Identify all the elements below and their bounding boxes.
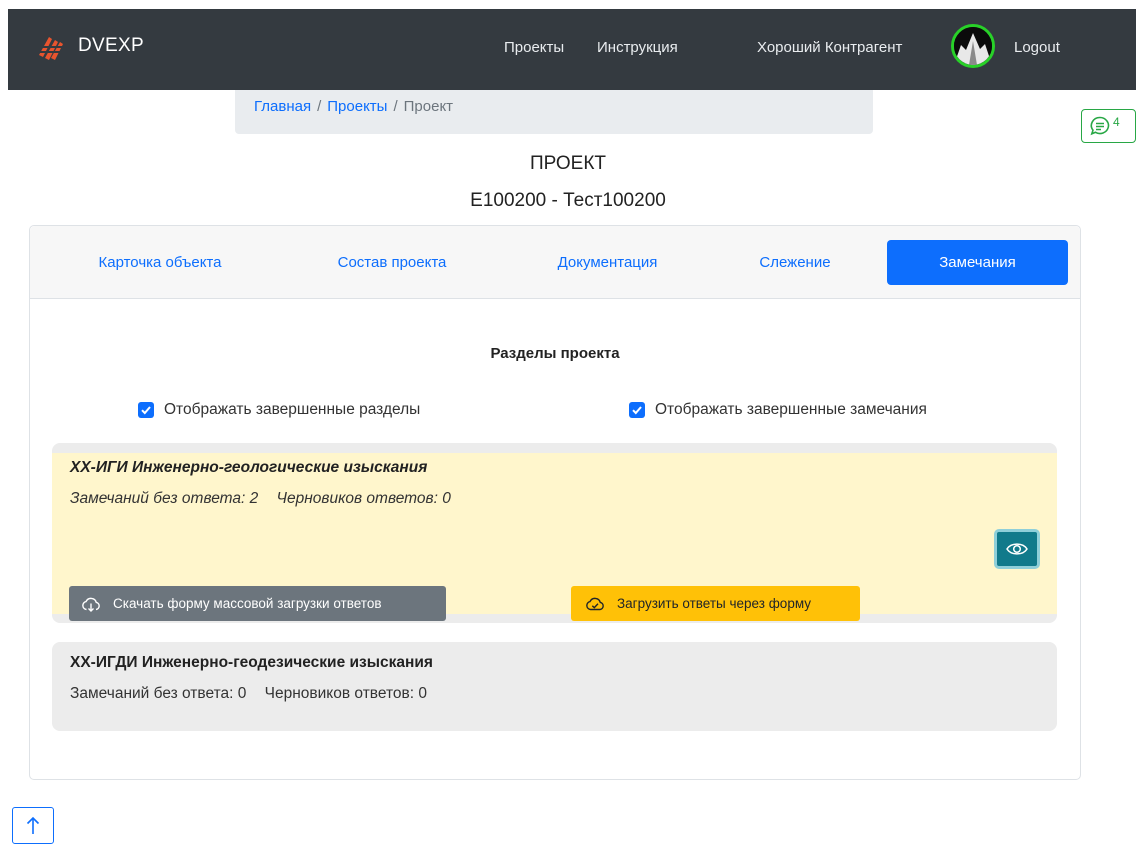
- nav-link-instructions[interactable]: Инструкция: [597, 39, 678, 56]
- tab-documentation[interactable]: Документация: [530, 240, 685, 285]
- chat-count-badge: 4: [1113, 115, 1120, 129]
- tab-project-composition[interactable]: Состав проекта: [307, 240, 477, 285]
- brand-logo-icon: [37, 37, 63, 60]
- tab-tracking[interactable]: Слежение: [735, 240, 855, 285]
- project-code-title: E100200 - Тест100200: [470, 190, 666, 211]
- show-completed-sections-checkbox[interactable]: Отображать завершенные разделы: [138, 401, 420, 419]
- section-stats: Замечаний без ответа: 0 Черновиков ответ…: [70, 685, 427, 703]
- avatar[interactable]: [951, 24, 995, 68]
- upload-answers-label: Загрузить ответы через форму: [617, 596, 812, 611]
- tab-remarks[interactable]: Замечания: [887, 240, 1068, 285]
- brand-name: DVEXP: [78, 35, 144, 56]
- top-navbar: DVEXP Проекты Инструкция Хороший Контраг…: [8, 9, 1136, 90]
- section-item: ХХ-ИГИ Инженерно-геологические изыскания…: [52, 443, 1057, 623]
- drafts-count: Черновиков ответов: 0: [264, 685, 427, 702]
- chat-icon: [1090, 116, 1110, 136]
- breadcrumb-projects[interactable]: Проекты: [327, 98, 387, 115]
- drafts-count: Черновиков ответов: 0: [276, 490, 451, 507]
- breadcrumb: Главная / Проекты / Проект: [235, 90, 873, 134]
- breadcrumb-home[interactable]: Главная: [254, 98, 311, 115]
- nav-link-projects[interactable]: Проекты: [504, 39, 564, 56]
- unanswered-count: Замечаний без ответа: 0: [70, 685, 247, 702]
- tabs-bar: Карточка объекта Состав проекта Документ…: [30, 226, 1080, 299]
- unanswered-count: Замечаний без ответа: 2: [70, 490, 259, 507]
- download-bulk-form-label: Скачать форму массовой загрузки ответов: [113, 596, 382, 611]
- view-section-button[interactable]: [994, 529, 1040, 569]
- eye-icon: [1006, 543, 1028, 555]
- upload-answers-button[interactable]: Загрузить ответы через форму: [571, 586, 860, 621]
- brand[interactable]: DVEXP: [36, 31, 144, 61]
- section-title: ХХ-ИГИ Инженерно-геологические изыскания: [70, 459, 428, 476]
- avatar-image-icon: [954, 27, 992, 65]
- section-title: ХХ-ИГДИ Инженерно-геодезические изыскани…: [70, 654, 433, 671]
- cloud-check-icon: [586, 597, 604, 610]
- scroll-to-top-button[interactable]: [12, 807, 54, 844]
- sections-heading: Разделы проекта: [490, 345, 620, 362]
- breadcrumb-current: Проект: [403, 98, 454, 115]
- download-bulk-form-button[interactable]: Скачать форму массовой загрузки ответов: [69, 586, 446, 621]
- checkbox-checked-icon[interactable]: [629, 402, 645, 418]
- page-title: ПРОЕКТ: [529, 153, 607, 174]
- checkbox-checked-icon[interactable]: [138, 402, 154, 418]
- section-item-body: ХХ-ИГИ Инженерно-геологические изыскания…: [52, 453, 1057, 621]
- tab-object-card[interactable]: Карточка объекта: [70, 240, 250, 285]
- section-item: ХХ-ИГДИ Инженерно-геодезические изыскани…: [52, 642, 1057, 731]
- show-completed-remarks-checkbox[interactable]: Отображать завершенные замечания: [629, 401, 927, 419]
- nav-user-name[interactable]: Хороший Контрагент: [757, 39, 902, 56]
- project-card: Карточка объекта Состав проекта Документ…: [29, 225, 1081, 780]
- arrow-up-icon: [26, 816, 40, 834]
- checkbox-label: Отображать завершенные разделы: [164, 401, 421, 418]
- checkbox-label: Отображать завершенные замечания: [655, 401, 927, 418]
- section-stats: Замечаний без ответа: 2 Черновиков ответ…: [70, 490, 451, 508]
- logout-link[interactable]: Logout: [1014, 39, 1060, 56]
- breadcrumb-separator: /: [317, 98, 322, 115]
- cloud-download-icon: [82, 597, 100, 612]
- chat-button[interactable]: 4: [1081, 109, 1136, 143]
- breadcrumb-separator: /: [393, 98, 398, 115]
